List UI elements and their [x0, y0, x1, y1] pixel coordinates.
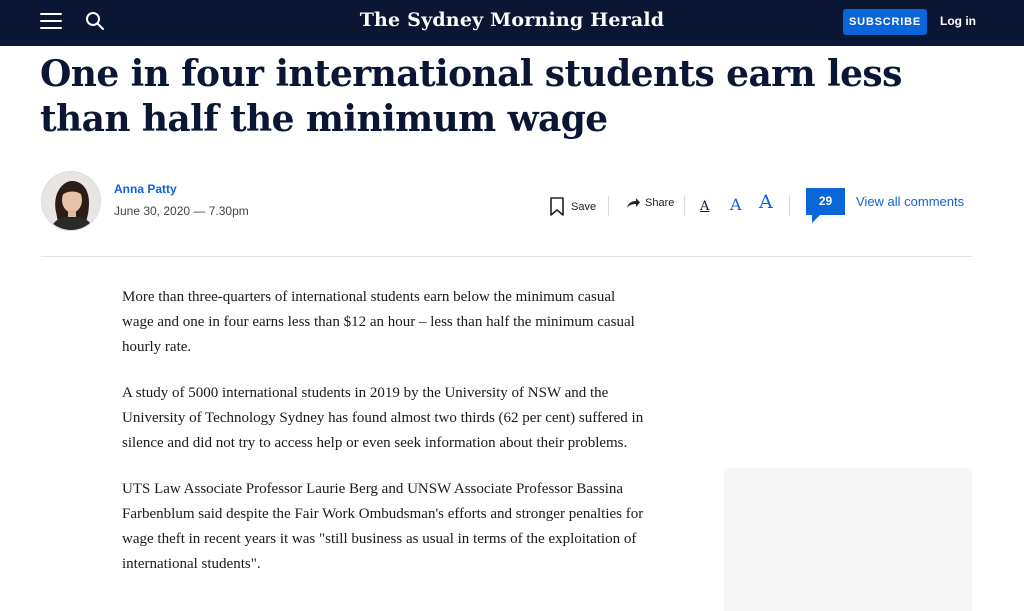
share-button[interactable]: Share — [626, 197, 674, 209]
toolbar-divider — [608, 196, 609, 216]
masthead-logo[interactable]: The Sydney Morning Herald — [360, 9, 665, 31]
author-name-link[interactable]: Anna Patty — [114, 182, 177, 196]
article-body: More than three-quarters of internationa… — [122, 285, 647, 598]
font-size-small-button[interactable]: A — [700, 199, 709, 214]
byline-divider — [41, 256, 972, 257]
save-button[interactable]: Save — [549, 197, 596, 216]
login-link[interactable]: Log in — [940, 14, 976, 28]
font-size-medium-button[interactable]: A — [730, 195, 742, 214]
article-paragraph: A study of 5000 international students i… — [122, 385, 644, 451]
save-label: Save — [571, 200, 597, 213]
toolbar-divider — [789, 196, 790, 216]
share-arrow-icon — [627, 198, 640, 208]
publish-date: June 30, 2020 — 7.30pm — [114, 204, 249, 218]
top-nav-bar: The Sydney Morning Herald SUBSCRIBE Log … — [0, 0, 1024, 46]
bookmark-icon — [550, 197, 564, 216]
font-size-large-button[interactable]: A — [759, 191, 773, 213]
article-paragraph: More than three-quarters of internationa… — [122, 289, 635, 355]
ad-placeholder — [724, 468, 972, 611]
subscribe-button[interactable]: SUBSCRIBE — [843, 9, 927, 35]
share-label: Share — [645, 197, 675, 209]
toolbar-divider — [684, 196, 685, 216]
view-all-comments-link[interactable]: View all comments — [856, 194, 964, 209]
comment-count-badge[interactable]: 29 — [806, 188, 845, 223]
author-avatar — [41, 171, 101, 231]
article-headline: One in four international students earn … — [40, 53, 902, 140]
article-paragraph: UTS Law Associate Professor Laurie Berg … — [122, 481, 644, 572]
